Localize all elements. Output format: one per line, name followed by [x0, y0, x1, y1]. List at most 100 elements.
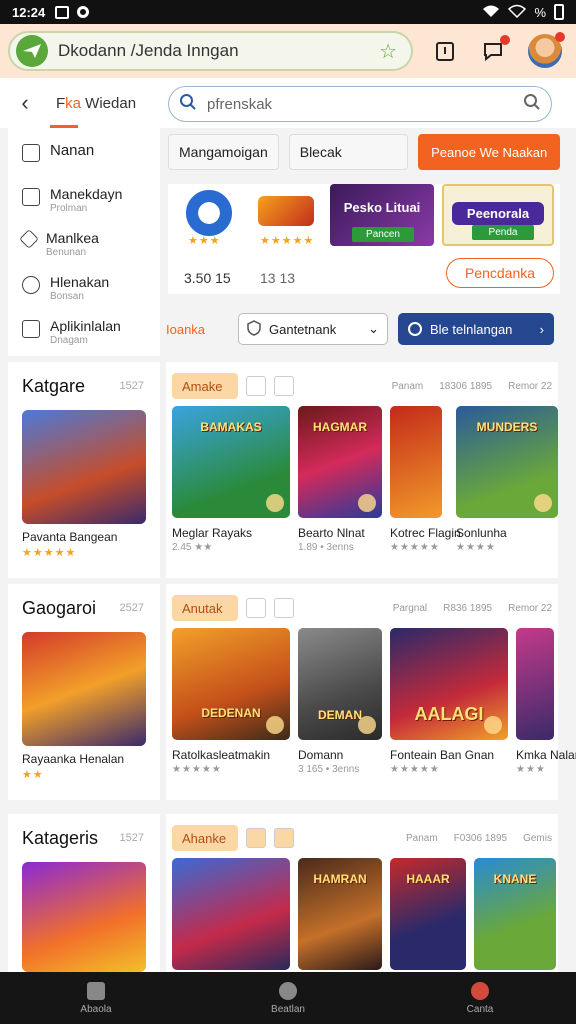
messages-icon[interactable] — [480, 35, 510, 64]
section-feature[interactable]: Katageris 1527 — [8, 814, 160, 972]
primary-action-button[interactable]: Peanoe We Naakan — [418, 134, 560, 170]
featured-game-logo[interactable] — [258, 196, 314, 226]
game-card-title: Ratolkasleatmakin — [172, 748, 271, 762]
game-card[interactable]: HAGMAR Bearto Nlnat 1.89 • 3enns — [298, 406, 382, 566]
sidebar-item-2[interactable]: Manlkea Benunan — [8, 216, 160, 260]
section-category-tag[interactable]: Ahanke — [172, 825, 238, 851]
tag-icon — [19, 229, 39, 249]
featured-card-1[interactable]: Pesko Lituai Pancen — [330, 184, 434, 246]
section-feature-art[interactable] — [22, 632, 146, 746]
game-card[interactable]: MUNDERS Sonlunha ★★★★ — [456, 406, 558, 566]
section-feature[interactable]: Katgare 1527 Pavanta Bangean ★★★★★ — [8, 362, 160, 578]
featured-stat-1: 3.50 15 — [184, 270, 231, 286]
user-avatar[interactable] — [528, 32, 565, 68]
game-card-art: KNANE — [474, 858, 556, 970]
app-logo-icon — [16, 35, 48, 67]
chat-icon[interactable] — [246, 828, 266, 848]
game-card[interactable]: HAMRAN — [298, 858, 382, 970]
favorite-icon[interactable] — [358, 716, 376, 734]
game-card-meta: 3 165 • 3enns — [298, 764, 360, 775]
featured-card-button[interactable]: Pancen — [352, 227, 414, 242]
section-list: Anutak Pargnal R836 1895 Remor 22 DEDENA… — [166, 584, 576, 800]
tabs-icon[interactable] — [432, 38, 458, 64]
tab-active[interactable]: Fka Wiedan — [50, 94, 142, 128]
section-category-tag[interactable]: Anutak — [172, 595, 238, 621]
bottom-nav-browse[interactable]: Beatlan — [192, 981, 384, 1015]
section-category-tag[interactable]: Amake — [172, 373, 238, 399]
sidebar-item-sub: Dnagam — [50, 335, 88, 346]
game-card[interactable] — [172, 858, 290, 970]
bookmark-star-icon[interactable]: ☆ — [379, 39, 397, 64]
sidebar-item-sub: Bonsan — [50, 291, 84, 302]
featured-stat-2: 13 13 — [260, 270, 296, 286]
game-card-art — [172, 858, 290, 970]
featured-outline-button[interactable]: Pencdanka — [446, 258, 554, 288]
sort-select-value: Gantetnank — [269, 321, 337, 337]
browser-topbar: Dkodann /Jenda Inngan ☆ — [0, 24, 576, 78]
battery-icon — [554, 4, 564, 20]
favorite-icon[interactable] — [534, 494, 552, 512]
filter-chip-type[interactable]: Blecak — [288, 134, 409, 170]
back-arrow-icon[interactable]: ‹ — [0, 90, 50, 116]
bottom-nav-account[interactable]: Canta — [384, 981, 576, 1015]
favorite-icon[interactable] — [266, 494, 284, 512]
game-card[interactable]: DEMAN Domann 3 165 • 3enns — [298, 628, 382, 788]
url-bar[interactable]: Dkodann /Jenda Inngan ☆ — [8, 31, 413, 71]
bottom-navigation: Abaola Beatlan Canta — [0, 972, 576, 1024]
tab-highlight: ka — [65, 94, 82, 112]
game-card[interactable]: HAAAR — [390, 858, 466, 970]
game-card-title: Meglar Rayaks — [172, 526, 253, 540]
featured-rating-1: ★★★ — [188, 235, 221, 247]
sidebar-item-3[interactable]: Hlenakan Bonsan — [8, 260, 160, 304]
sort-action-button[interactable]: Ble telnlangan › — [398, 313, 554, 345]
game-card[interactable]: BAMAKAS Meglar Rayaks 2.45 ★★ — [172, 406, 290, 566]
favorite-icon[interactable] — [484, 716, 502, 734]
featured-card-button[interactable]: Penda — [472, 225, 534, 240]
tab-prefix: F — [56, 94, 66, 112]
section-meta: Remor 22 — [508, 602, 552, 614]
featured-badge-logo[interactable] — [186, 190, 232, 236]
filter-row: Mangamoigan Blecak Peanoe We Naakan — [168, 134, 560, 174]
notification-icon — [55, 5, 70, 19]
game-card-art: DEMAN — [298, 628, 382, 740]
nav-row: ‹ Fka Wiedan pfrenskak — [0, 78, 576, 128]
section-meta: R836 1895 — [443, 602, 493, 614]
search-input[interactable]: pfrenskak — [207, 96, 523, 113]
sidebar-item-4[interactable]: Aplikinlalan Dnagam — [8, 304, 160, 348]
game-card-title: Sonlunha — [456, 526, 507, 540]
section-meta: Pargnal — [392, 602, 428, 614]
bottom-nav-home[interactable]: Abaola — [0, 981, 192, 1015]
game-card[interactable]: AALAGI Fonteain Ban Gnan ★★★★★ — [390, 628, 508, 788]
url-text: Dkodann /Jenda Inngan — [58, 41, 239, 60]
search-submit-icon[interactable] — [523, 93, 541, 116]
favorite-icon[interactable] — [266, 716, 284, 734]
game-card-title: Kmka Nalan — [516, 748, 576, 762]
featured-card-2[interactable]: Peenorala Penda — [442, 184, 554, 246]
search-icon[interactable] — [246, 598, 266, 618]
search-icon[interactable] — [246, 376, 266, 396]
game-card[interactable]: Kmka Nalan ★★★ — [516, 628, 576, 788]
sort-select[interactable]: Gantetnank ⌄ — [238, 313, 388, 345]
search-bar[interactable]: pfrenskak — [168, 86, 552, 122]
sidebar-item-1[interactable]: Manekdayn Prolman — [8, 172, 160, 216]
sparkle-icon[interactable] — [274, 376, 294, 396]
game-card[interactable]: DEDENAN Ratolkasleatmakin ★★★★★ — [172, 628, 290, 788]
game-card[interactable]: KNANE — [474, 858, 556, 970]
home-icon — [87, 981, 105, 1000]
sparkle-icon[interactable] — [274, 828, 294, 848]
chat-icon — [22, 276, 40, 294]
section-feature-art[interactable] — [22, 410, 146, 524]
section-feature[interactable]: Gaogaroi 2527 Rayaanka Henalan ★★ — [8, 584, 160, 800]
section-feature-art[interactable] — [22, 862, 146, 972]
shield-icon — [247, 319, 261, 339]
section-feature-name: Rayaanka Henalan — [22, 752, 125, 766]
tab-rest: Wiedan — [81, 94, 137, 112]
game-card-title: Domann — [298, 748, 344, 762]
filter-chip-category[interactable]: Mangamoigan — [168, 134, 279, 170]
section-meta: Panam — [406, 832, 438, 844]
featured-row: ★★★ ★★★★★ Pesko Lituai Pancen Peenorala … — [168, 184, 560, 294]
sidebar-item-home[interactable]: Nanan — [8, 128, 160, 172]
sparkle-icon[interactable] — [274, 598, 294, 618]
game-card-art: BAMAKAS — [172, 406, 290, 518]
favorite-icon[interactable] — [358, 494, 376, 512]
